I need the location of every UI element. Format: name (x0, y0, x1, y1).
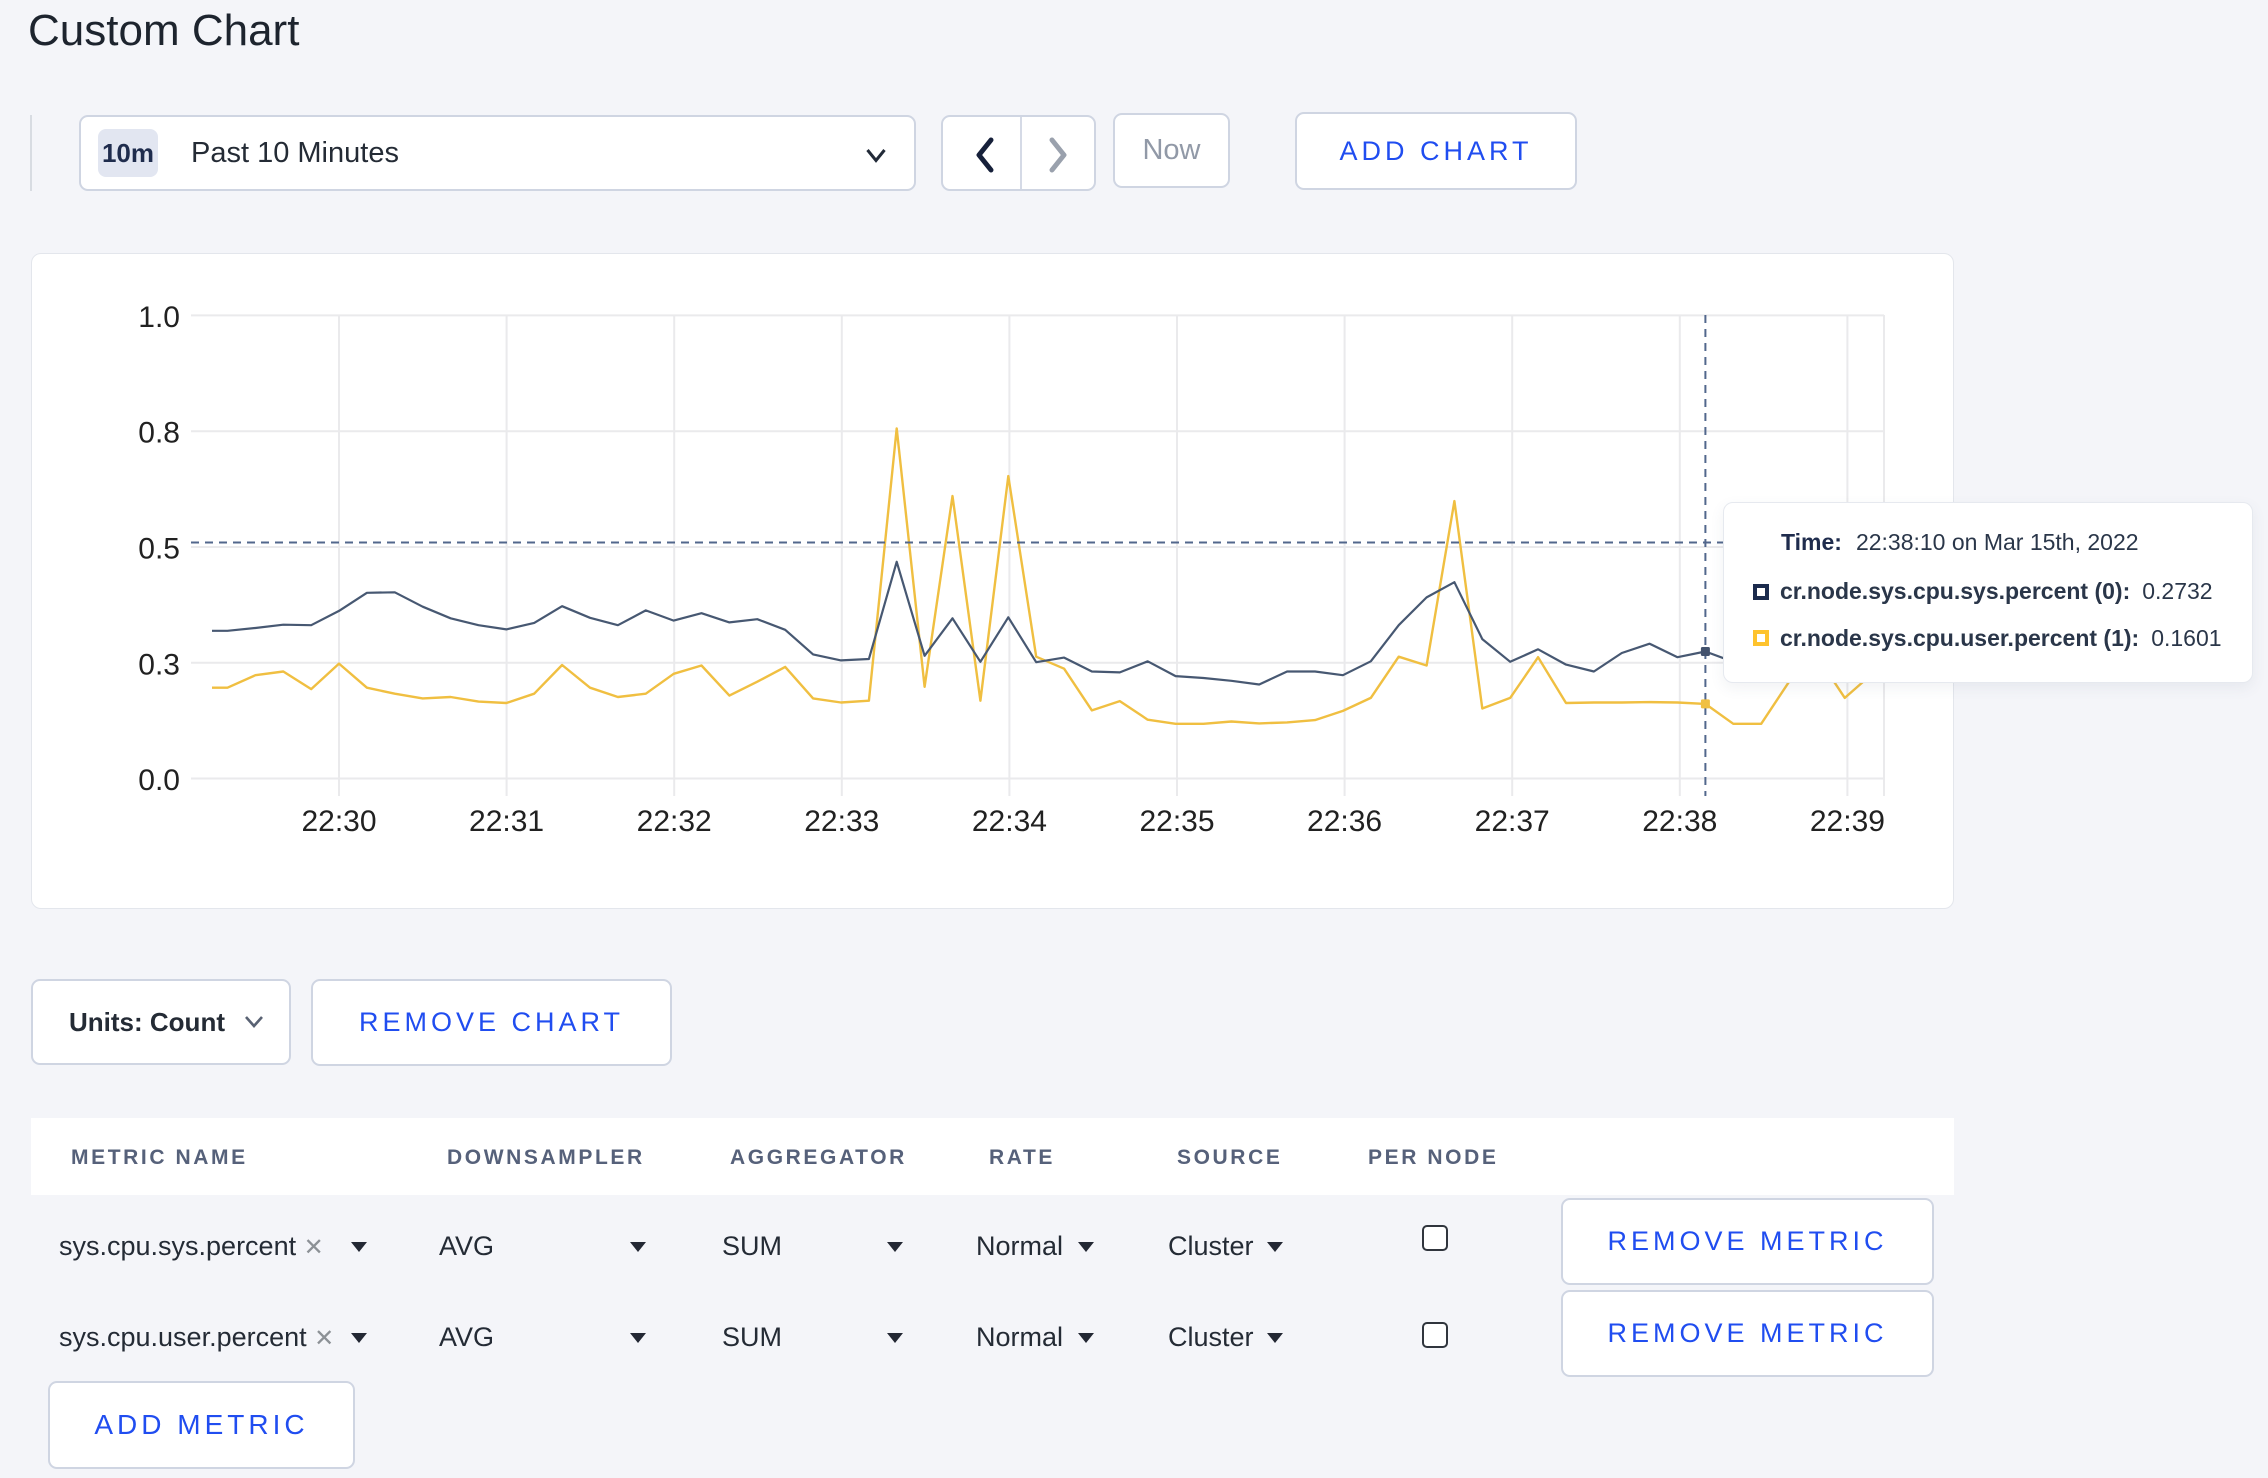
svg-text:0.8: 0.8 (138, 417, 180, 450)
svg-text:22:37: 22:37 (1475, 805, 1550, 838)
svg-text:22:32: 22:32 (637, 805, 712, 838)
svg-text:1.0: 1.0 (138, 301, 180, 334)
svg-text:22:35: 22:35 (1139, 805, 1214, 838)
svg-text:22:34: 22:34 (972, 805, 1047, 838)
svg-text:0.5: 0.5 (138, 533, 180, 566)
svg-text:0.3: 0.3 (138, 648, 180, 681)
svg-text:0.0: 0.0 (138, 764, 180, 797)
svg-text:22:31: 22:31 (469, 805, 544, 838)
svg-text:22:36: 22:36 (1307, 805, 1382, 838)
svg-text:22:30: 22:30 (301, 805, 376, 838)
svg-text:22:38: 22:38 (1642, 805, 1717, 838)
svg-text:22:39: 22:39 (1810, 805, 1885, 838)
svg-text:22:33: 22:33 (804, 805, 879, 838)
